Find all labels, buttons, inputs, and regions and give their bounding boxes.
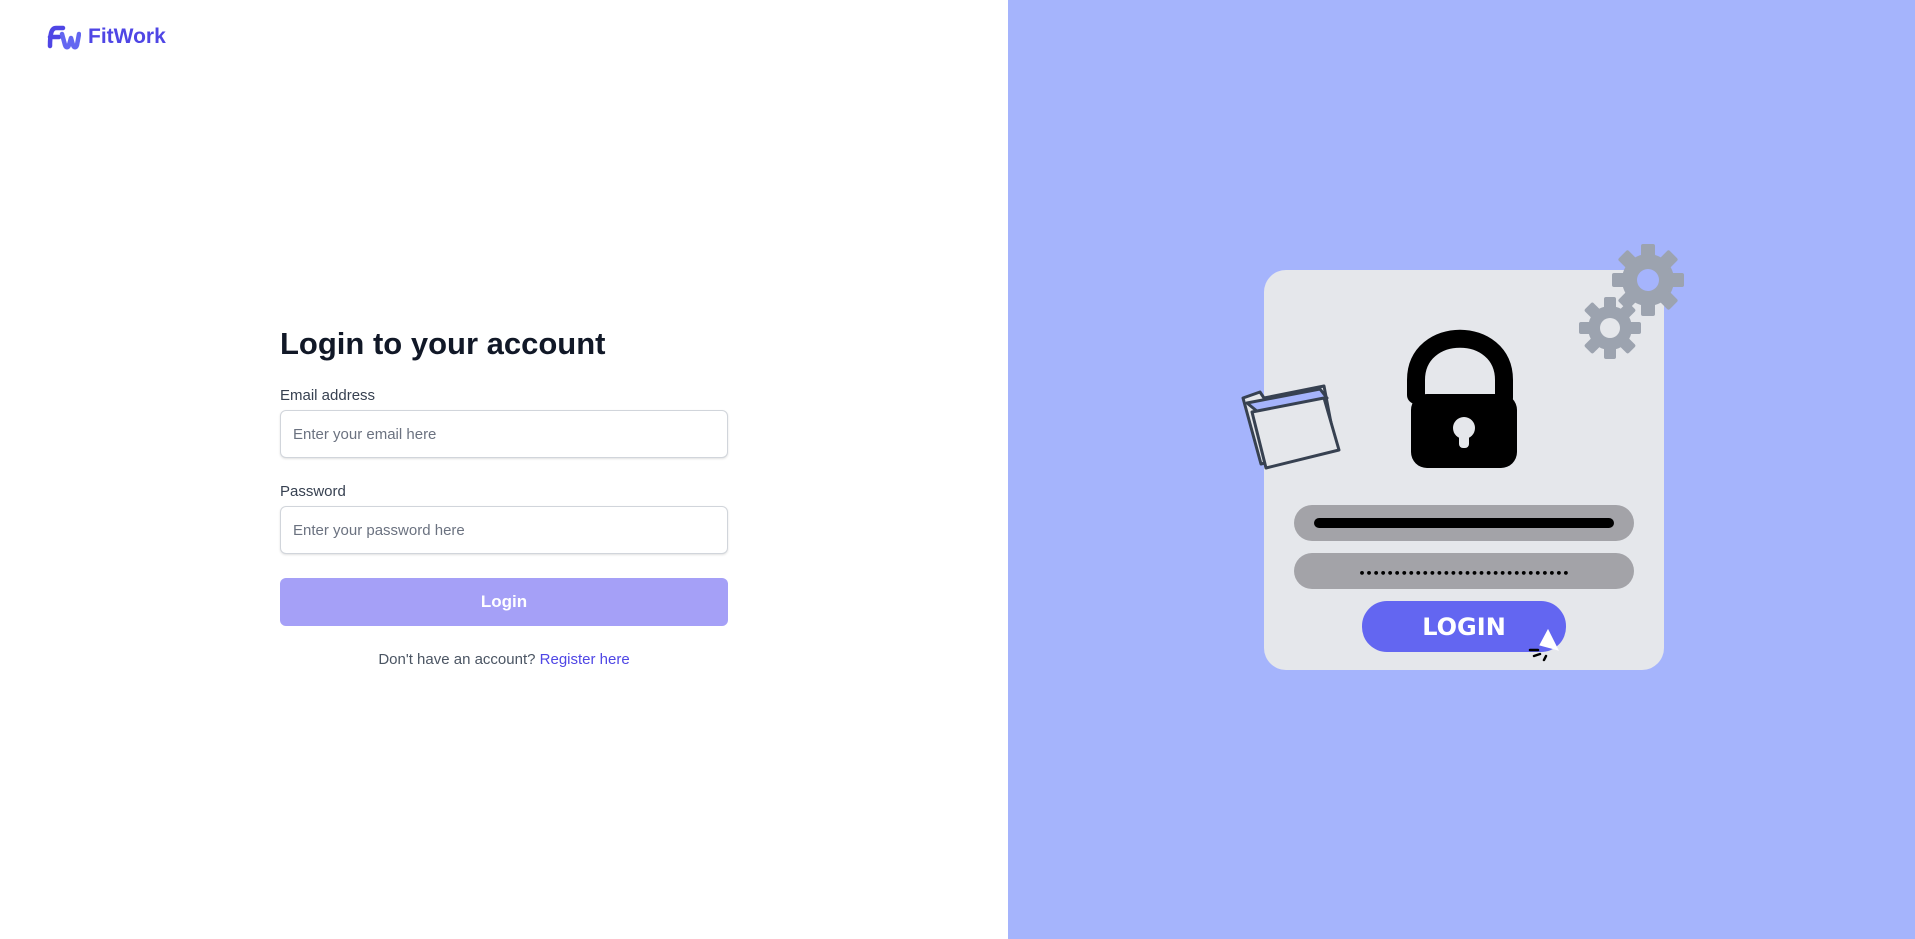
brand[interactable]: FitWork — [47, 22, 166, 52]
register-link[interactable]: Register here — [540, 651, 630, 668]
login-button[interactable]: Login — [280, 578, 728, 626]
email-field[interactable] — [280, 410, 728, 458]
register-prompt-text: Don't have an account? — [378, 651, 536, 668]
illustration-password-dots: •••••••••••••••••••••••••••••• — [1359, 567, 1570, 580]
login-panel: FitWork Login to your account Email addr… — [0, 0, 1008, 939]
email-label: Email address — [280, 387, 376, 404]
illustration-email-fill — [1314, 518, 1614, 528]
login-illustration: •••••••••••••••••••••••••••••• LOGIN — [1241, 244, 1684, 670]
illustration-panel: •••••••••••••••••••••••••••••• LOGIN — [1008, 0, 1915, 939]
password-field[interactable] — [280, 506, 728, 554]
login-form: Login to your account Email address Pass… — [280, 322, 728, 668]
password-label: Password — [280, 483, 346, 500]
register-prompt: Don't have an account? Register here — [280, 651, 728, 668]
fw-logo-icon — [47, 25, 81, 50]
page-title: Login to your account — [280, 326, 606, 361]
brand-name: FitWork — [88, 25, 166, 48]
illustration-login-text: LOGIN — [1422, 613, 1506, 641]
